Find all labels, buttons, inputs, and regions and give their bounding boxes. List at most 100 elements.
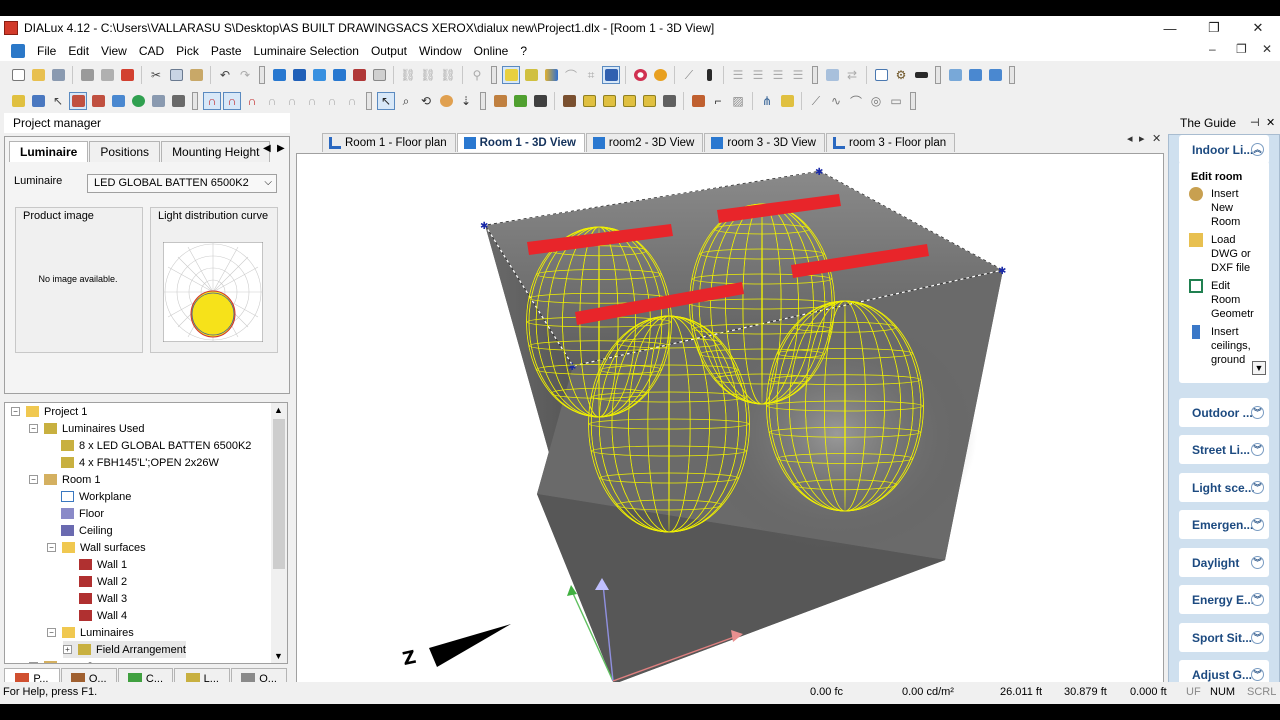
hierarchy-icon[interactable]: ⋔ — [758, 92, 776, 110]
tree-item-project[interactable]: − Project 1 — [11, 403, 87, 420]
align-left-icon[interactable]: ☰ — [729, 66, 747, 84]
tab-room1-floor-plan[interactable]: Room 1 - Floor plan — [322, 133, 456, 152]
menu-view[interactable]: View — [95, 44, 133, 58]
rotate-view-icon[interactable]: ⟲ — [417, 92, 435, 110]
expand-icon[interactable]: ︾ — [1251, 443, 1264, 456]
expand-icon[interactable]: ︾ — [1251, 406, 1264, 419]
magnet-4-icon[interactable]: ∩ — [263, 92, 281, 110]
guide-section-daylight[interactable]: Daylight ︾ — [1179, 548, 1269, 577]
mdi-minimize-button[interactable]: – — [1209, 42, 1216, 56]
tabs-scroll-right-icon[interactable]: ▸ — [1139, 132, 1145, 145]
unlink-icon[interactable]: ⛓ — [419, 66, 437, 84]
menu-paste[interactable]: Paste — [205, 44, 248, 58]
export-icon[interactable]: ⇄ — [843, 66, 861, 84]
tree-item-ceiling[interactable]: Ceiling — [61, 522, 113, 539]
select-icon[interactable]: ↖ — [49, 92, 67, 110]
guide-section-energy[interactable]: Energy E... ︾ — [1179, 585, 1269, 614]
new-icon[interactable] — [9, 66, 27, 84]
isolines-icon[interactable]: ⌒ — [562, 66, 580, 84]
calc-object-icon[interactable] — [370, 66, 388, 84]
3d-viewport[interactable]: ✱ ✱ ✱ ✱ Z — [296, 153, 1164, 695]
target-icon[interactable] — [631, 66, 649, 84]
menu-window[interactable]: Window — [413, 44, 468, 58]
room-icon[interactable] — [270, 66, 288, 84]
tree-item-wall-2[interactable]: Wall 2 — [79, 573, 127, 590]
document-icon[interactable] — [11, 43, 25, 58]
menu-cad[interactable]: CAD — [133, 44, 170, 58]
select-all-icon[interactable] — [9, 92, 27, 110]
tab-room1-3d-view[interactable]: Room 1 - 3D View — [456, 133, 585, 152]
furniture-icon[interactable] — [350, 66, 368, 84]
window-object-icon[interactable] — [600, 92, 618, 110]
tab-mounting-height[interactable]: Mounting Height — [161, 141, 271, 162]
room-3d-render[interactable]: ✱ ✱ ✱ ✱ Z — [297, 154, 1164, 695]
texture-pick-icon[interactable] — [689, 92, 707, 110]
calc-point-icon[interactable]: ▨ — [729, 92, 747, 110]
menu-help[interactable]: ? — [514, 44, 533, 58]
line-tool-icon[interactable]: ⟋ — [807, 92, 825, 110]
crop-icon[interactable]: ⌐ — [709, 92, 727, 110]
pin-icon[interactable]: ⊣ — [1250, 116, 1260, 129]
room-element-icon[interactable] — [330, 66, 348, 84]
toolbar-grip[interactable] — [812, 66, 818, 84]
tab-luminaire[interactable]: Luminaire — [9, 141, 89, 162]
tree-item-luminaires[interactable]: − Luminaires — [47, 624, 134, 641]
view-3d-icon[interactable] — [502, 66, 520, 84]
toolbar-grip[interactable] — [259, 66, 265, 84]
guide-section-outdoor[interactable]: Outdoor ... ︾ — [1179, 398, 1269, 427]
walk-icon[interactable]: ⇣ — [457, 92, 475, 110]
guide-section-indoor[interactable]: Indoor Li... ︽ — [1179, 135, 1269, 164]
tree-item-luminaire-type-2[interactable]: 4 x FBH145'L';OPEN 2x26W — [61, 454, 219, 471]
tree-item-wall-4[interactable]: Wall 4 — [79, 607, 127, 624]
guide-load-dwg[interactable]: Load DWG or DXF file — [1189, 233, 1251, 275]
rectangle-tool-icon[interactable]: ▭ — [887, 92, 905, 110]
open-icon[interactable] — [29, 66, 47, 84]
tab-scroll-right-icon[interactable]: ▶ — [277, 143, 285, 154]
copy-icon[interactable] — [167, 66, 185, 84]
pan-icon[interactable] — [437, 92, 455, 110]
menu-edit[interactable]: Edit — [62, 44, 95, 58]
view-3d-rotate-icon[interactable] — [522, 66, 540, 84]
pdf-icon[interactable] — [118, 66, 136, 84]
table-icon[interactable] — [560, 92, 578, 110]
guide-edit-geometry[interactable]: Edit Room Geometr — [1189, 279, 1254, 321]
options-icon[interactable] — [912, 66, 930, 84]
wall-object-icon[interactable] — [660, 92, 678, 110]
mdi-close-button[interactable]: ✕ — [1262, 42, 1272, 56]
false-colors-icon[interactable] — [542, 66, 560, 84]
field-arrangement-icon[interactable] — [69, 92, 87, 110]
tab-room3-3d-view[interactable]: room 3 - 3D View — [704, 133, 825, 152]
circular-arrangement-icon[interactable] — [109, 92, 127, 110]
expand-icon[interactable]: ︾ — [1251, 631, 1264, 644]
scroll-down-icon[interactable]: ▼ — [1252, 361, 1266, 375]
measure-icon[interactable]: ⟋ — [680, 66, 698, 84]
tab-scroll-left-icon[interactable]: ◀ — [263, 143, 271, 154]
toolbar-grip[interactable] — [910, 92, 916, 110]
redo-icon[interactable]: ↷ — [236, 66, 254, 84]
magnet-icon[interactable]: ∩ — [203, 92, 221, 110]
snap-icon[interactable] — [946, 66, 964, 84]
close-button[interactable]: ✕ — [1236, 16, 1280, 40]
polyline-tool-icon[interactable]: ∿ — [827, 92, 845, 110]
light-scene-icon[interactable] — [602, 66, 620, 84]
toolbar-grip[interactable] — [491, 66, 497, 84]
dialux-app-icon[interactable] — [4, 21, 18, 35]
pointer-tool-icon[interactable] — [700, 66, 718, 84]
tab-positions[interactable]: Positions — [89, 141, 161, 162]
aim-icon[interactable] — [169, 92, 187, 110]
undo-icon[interactable]: ↶ — [216, 66, 234, 84]
menu-luminaire-selection[interactable]: Luminaire Selection — [248, 44, 365, 58]
magnet-8-icon[interactable]: ∩ — [343, 92, 361, 110]
save-icon[interactable] — [49, 66, 67, 84]
settings-icon[interactable]: ⚙ — [892, 66, 910, 84]
restore-button[interactable]: ❐ — [1192, 16, 1236, 40]
magnet-3-icon[interactable]: ∩ — [243, 92, 261, 110]
globe-icon[interactable] — [651, 66, 669, 84]
guide-section-emergency[interactable]: Emergen... ︾ — [1179, 510, 1269, 539]
observer-icon[interactable] — [778, 92, 796, 110]
guide-section-light-scenes[interactable]: Light sce... ︾ — [1179, 473, 1269, 502]
tree-item-luminaire-type-1[interactable]: 8 x LED GLOBAL BATTEN 6500K2 — [61, 437, 251, 454]
luminaire-insert-icon[interactable] — [29, 92, 47, 110]
expand-icon[interactable]: ︾ — [1251, 481, 1264, 494]
tree-item-wall-surfaces[interactable]: − Wall surfaces — [47, 539, 146, 556]
